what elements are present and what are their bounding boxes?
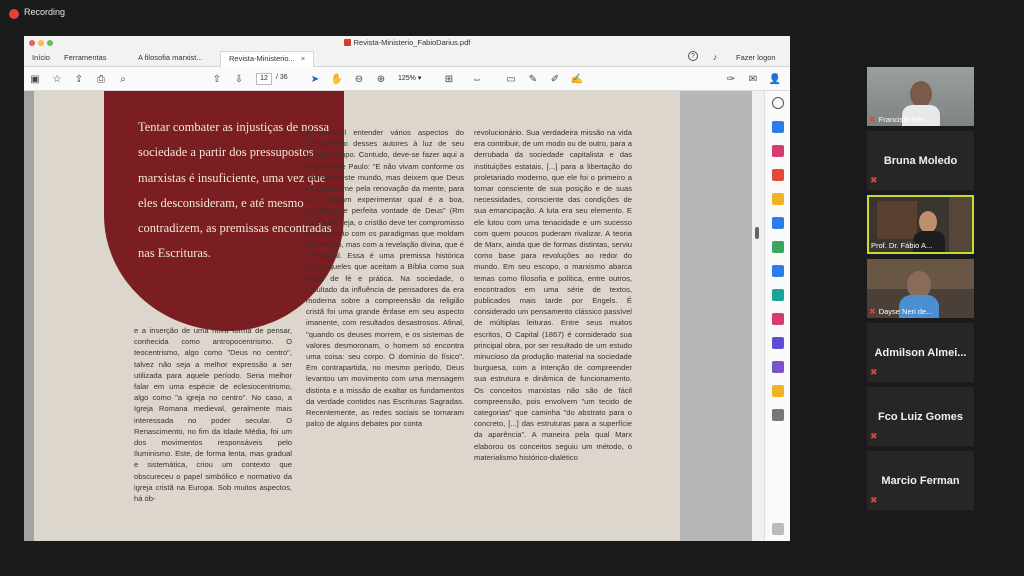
muted-mic-icon: ✖ xyxy=(870,367,878,377)
participant-tile[interactable]: Bruna Moledo ✖ xyxy=(867,131,974,190)
column-3: revolucionário. Sua verdadeira missão na… xyxy=(474,127,632,463)
participant-name: ✖ Dayse Neri de... xyxy=(869,307,932,316)
send-signature-icon[interactable] xyxy=(772,361,784,373)
document-viewer: Tentar combater as injustiças de nossa s… xyxy=(24,91,790,541)
participant-name: Prof. Dr. Fábio A... xyxy=(871,241,932,250)
zoom-select[interactable]: 125% ▾ xyxy=(394,73,432,85)
zoom-value: 125% xyxy=(398,75,416,82)
fit-page-icon[interactable]: ⊞ xyxy=(442,72,456,86)
organize-pages-icon[interactable] xyxy=(772,241,784,253)
tools-panel xyxy=(764,91,790,541)
login-link[interactable]: Fazer logon xyxy=(736,53,776,62)
column-1: e a inserção de uma nova forma de pensar… xyxy=(134,325,292,504)
tab-bar: Início Ferramentas A filosofia marxist..… xyxy=(24,50,790,67)
shared-window: Revista-Ministerio_FabioDarius.pdf Iníci… xyxy=(24,36,790,541)
rich-media-icon[interactable] xyxy=(772,385,784,397)
participant-name: Marcio Ferman xyxy=(881,474,960,487)
create-pdf-icon[interactable] xyxy=(772,145,784,157)
bookshelf xyxy=(877,201,917,239)
tab-revista-ministerio[interactable]: Revista-Ministerio... × xyxy=(220,51,315,67)
close-tab-icon[interactable]: × xyxy=(301,54,305,63)
cabinet xyxy=(949,197,972,252)
participant-name-text: Francislê Neri ... xyxy=(878,115,934,124)
star-icon[interactable]: ☆ xyxy=(50,72,64,86)
title-bar: Revista-Ministerio_FabioDarius.pdf xyxy=(24,36,790,50)
print-icon[interactable]: ⎙ xyxy=(94,72,108,86)
column-2: É possível entender vários aspectos do p… xyxy=(306,127,464,429)
scroll-thumb[interactable] xyxy=(755,227,759,239)
page-total: / 36 xyxy=(276,74,288,81)
participant-name: Bruna Moledo xyxy=(883,154,958,167)
participant-name-text: Dayse Neri de... xyxy=(878,307,933,316)
page-margin-right xyxy=(680,91,752,541)
fill-sign-icon[interactable]: ✑ xyxy=(724,72,738,86)
toolbar: ▣ ☆ ⇪ ⎙ ⌕ ⇧ ⇩ 12 / 36 ➤ ✋ ⊖ ⊕ 125% ▾ ⊞ ⇔… xyxy=(24,67,790,91)
participant-tile[interactable]: ✖ Francislê Neri ... xyxy=(867,67,974,126)
select-cursor-icon[interactable]: ➤ xyxy=(308,72,322,86)
help-icon[interactable]: ? xyxy=(688,51,698,61)
page-number-input[interactable]: 12 xyxy=(256,73,272,85)
column-3-text: revolucionário. Sua verdadeira missão na… xyxy=(474,128,632,462)
save-icon[interactable]: ▣ xyxy=(28,72,42,86)
left-panel-collapsed xyxy=(24,91,34,541)
tab-filosofia-marxista[interactable]: A filosofia marxist... xyxy=(138,53,203,62)
participant-tile[interactable]: Marcio Ferman ✖ xyxy=(867,451,974,510)
muted-mic-icon: ✖ xyxy=(869,115,876,124)
tab-ferramentas[interactable]: Ferramentas xyxy=(64,53,107,62)
more-tools-icon[interactable] xyxy=(772,409,784,421)
protect-icon[interactable] xyxy=(772,337,784,349)
participant-name: Admilson Almei... xyxy=(874,346,967,359)
pdf-page: Tentar combater as injustiças de nossa s… xyxy=(34,91,680,541)
participant-name: Fco Luiz Gomes xyxy=(878,410,963,423)
window-title: Revista-Ministerio_FabioDarius.pdf xyxy=(24,38,790,47)
upload-icon[interactable]: ⇪ xyxy=(72,72,86,86)
sign-icon[interactable]: ✍ xyxy=(570,72,584,86)
scrollbar[interactable] xyxy=(752,91,764,541)
person-avatar xyxy=(919,211,937,233)
pen-icon[interactable]: ✎ xyxy=(526,72,540,86)
zoom-out-icon[interactable]: ⊖ xyxy=(352,72,366,86)
hand-icon[interactable]: ✋ xyxy=(330,72,344,86)
recording-icon xyxy=(9,9,19,19)
participant-tile[interactable]: Fco Luiz Gomes ✖ xyxy=(867,387,974,446)
top-bar: Recording xyxy=(0,0,1024,28)
zoom-in-icon[interactable]: ⊕ xyxy=(374,72,388,86)
combine-files-icon[interactable] xyxy=(772,217,784,229)
window-title-text: Revista-Ministerio_FabioDarius.pdf xyxy=(353,38,471,47)
tab-inicio[interactable]: Início xyxy=(32,53,50,62)
participant-tile[interactable]: Admilson Almei... ✖ xyxy=(867,323,974,382)
participant-tile-active-speaker[interactable]: Prof. Dr. Fábio A... xyxy=(867,195,974,254)
tab-revista-label: Revista-Ministerio... xyxy=(229,54,295,63)
column-1-text: e a inserção de uma nova forma de pensar… xyxy=(134,326,292,504)
person-avatar xyxy=(910,81,932,107)
comment-icon[interactable]: ▭ xyxy=(504,72,518,86)
participant-tile[interactable]: ✖ Dayse Neri de... xyxy=(867,259,974,318)
participant-name-text: Prof. Dr. Fábio A... xyxy=(871,241,933,250)
column-2-text: É possível entender vários aspectos do p… xyxy=(306,128,464,429)
page-down-icon[interactable]: ⇩ xyxy=(232,72,246,86)
share-user-icon[interactable]: 👤 xyxy=(768,72,782,86)
comment-tool-icon[interactable] xyxy=(772,193,784,205)
search-icon[interactable]: ⌕ xyxy=(116,72,130,86)
export-pdf-icon[interactable] xyxy=(772,121,784,133)
highlight-icon[interactable]: ✐ xyxy=(548,72,562,86)
collapse-panel-icon[interactable] xyxy=(772,523,784,535)
pdf-icon xyxy=(343,39,351,46)
edit-pdf-icon[interactable] xyxy=(772,169,784,181)
zoom-tool-icon[interactable] xyxy=(772,97,784,109)
muted-mic-icon: ✖ xyxy=(870,431,878,441)
participant-name: ✖ Francislê Neri ... xyxy=(869,115,933,124)
recording-label: Recording xyxy=(24,7,66,17)
scan-icon[interactable] xyxy=(772,265,784,277)
bell-icon[interactable]: ♪ xyxy=(708,50,722,64)
mail-icon[interactable]: ✉ xyxy=(746,72,760,86)
muted-mic-icon: ✖ xyxy=(870,495,878,505)
muted-mic-icon: ✖ xyxy=(869,307,876,316)
fill-sign-tool-icon[interactable] xyxy=(772,313,784,325)
optimize-icon[interactable] xyxy=(772,289,784,301)
scroll-mode-icon[interactable]: ⇔ xyxy=(470,72,484,86)
page-up-icon[interactable]: ⇧ xyxy=(210,72,224,86)
muted-mic-icon: ✖ xyxy=(870,175,878,185)
